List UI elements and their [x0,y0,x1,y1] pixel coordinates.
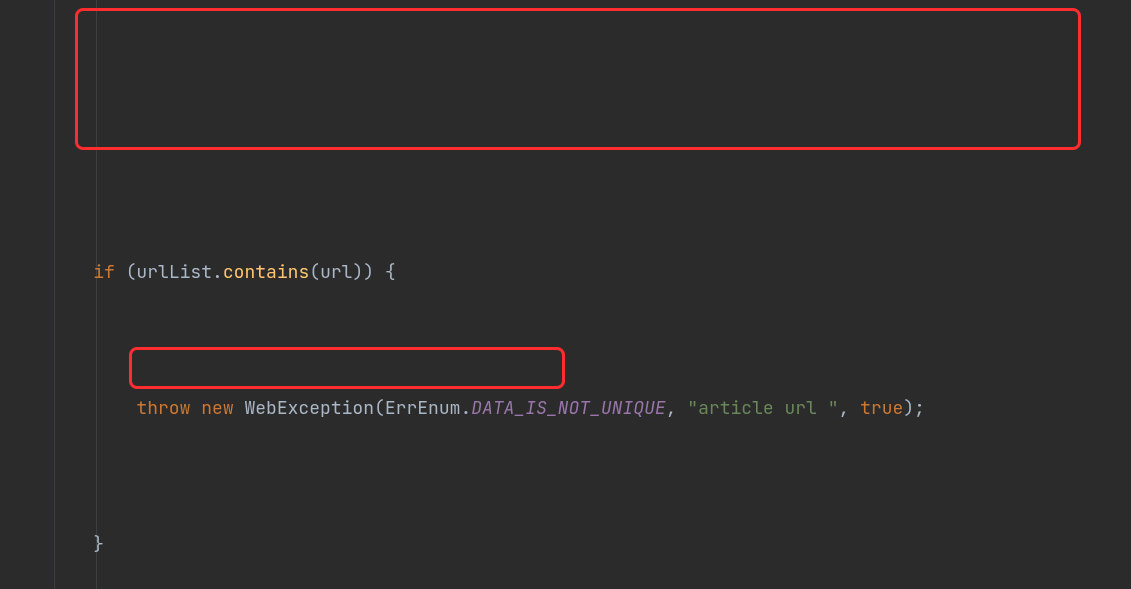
code-line: } [0,528,1131,562]
punct: , [666,397,688,420]
code-line: throw new WebException(ErrEnum.DATA_IS_N… [0,392,1131,426]
ident-url: url [320,261,352,284]
punct: , [839,397,861,420]
punct: . [212,261,223,284]
space [190,397,201,420]
punct: ); [903,397,925,420]
keyword-true: true [860,397,903,420]
method-contains: contains [223,261,309,284]
brace-close: } [93,533,104,556]
type-ErrEnum: ErrEnum [385,397,461,420]
punct: ( [115,261,137,284]
ident-urlList: urlList [136,261,212,284]
code-editor[interactable]: if (urlList.contains(url)) { throw new W… [0,0,1131,589]
punct: ( [309,261,320,284]
punct: )) { [352,261,395,284]
keyword-new: new [201,397,233,420]
annotation-box-top [75,8,1081,150]
const-DATA_IS_NOT_UNIQUE: DATA_IS_NOT_UNIQUE [471,397,665,420]
keyword-if: if [93,261,115,284]
space [234,397,245,420]
string-literal: "article url " [687,397,838,420]
type-WebException: WebException [244,397,374,420]
annotation-box-setCreateDate [129,347,565,389]
punct: . [460,397,471,420]
keyword-throw: throw [136,397,190,420]
punct: ( [374,397,385,420]
code-line: if (urlList.contains(url)) { [0,256,1131,290]
